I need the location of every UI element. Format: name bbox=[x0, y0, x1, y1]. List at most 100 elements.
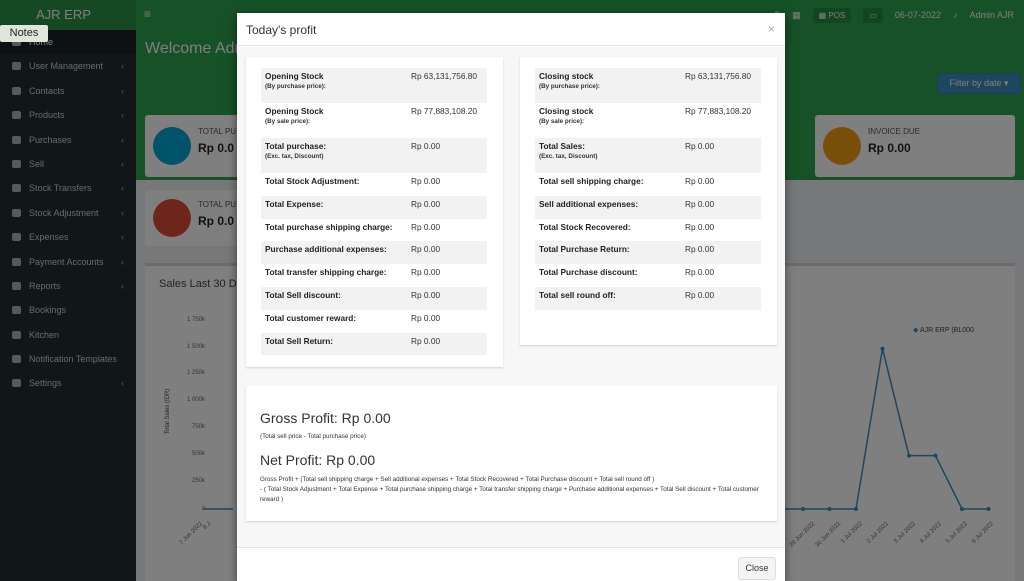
summary-row-label-text: Total Sell Return: bbox=[265, 335, 334, 346]
summary-row-label: Total Sell discount: bbox=[265, 290, 411, 301]
summary-row-label: Opening Stock (By purchase price): bbox=[265, 71, 411, 92]
summary-row-label: Purchase additional expenses: bbox=[265, 244, 411, 255]
summary-row: Total transfer shipping charge: Rp 0.00 bbox=[261, 264, 487, 287]
gross-profit-formula: (Total sell price - Total purchase price… bbox=[260, 433, 366, 440]
summary-row: Total Expense: Rp 0.00 bbox=[261, 195, 487, 219]
close-icon[interactable]: × bbox=[768, 22, 775, 36]
summary-row-value: Rp 63,131,756.80 bbox=[685, 71, 751, 81]
summary-row-value: Rp 0.00 bbox=[411, 141, 441, 151]
summary-row: Opening Stock (By purchase price): Rp 63,1… bbox=[261, 68, 487, 103]
summary-row-label-text: Closing stock bbox=[539, 106, 594, 116]
summary-row: Purchase additional expenses: Rp 0.00 bbox=[261, 241, 487, 265]
modal-footer: Close bbox=[237, 547, 785, 581]
notes-button[interactable]: Notes bbox=[0, 25, 48, 42]
right-summary-panel: Closing stock (By purchase price): Rp 63,1… bbox=[520, 57, 777, 345]
summary-row-value: Rp 0.00 bbox=[411, 176, 441, 186]
summary-row-label-text: Total purchase: bbox=[265, 141, 327, 151]
summary-row: Total purchase shipping charge: Rp 0.00 bbox=[261, 219, 487, 242]
summary-row-label-text: Total purchase shipping charge: bbox=[265, 221, 393, 232]
summary-row-value: Rp 0.00 bbox=[411, 244, 441, 255]
summary-row-value: Rp 0.00 bbox=[685, 141, 715, 151]
summary-row: Total Stock Recovered: Rp 0.00 bbox=[535, 219, 761, 242]
summary-row-label-text: Total Sales: bbox=[539, 141, 585, 151]
summary-row: Total purchase: (Exc. tax, Discount) Rp 0.… bbox=[261, 138, 487, 173]
summary-row-sublabel: (By purchase price): bbox=[539, 83, 600, 90]
summary-row-label: Total customer reward: bbox=[265, 313, 411, 324]
summary-row-value: Rp 0.00 bbox=[411, 267, 441, 278]
summary-row: Sell additional expenses: Rp 0.00 bbox=[535, 195, 761, 219]
summary-row-label-text: Total Stock Recovered: bbox=[539, 221, 631, 232]
summary-row-label: Total transfer shipping charge: bbox=[265, 267, 411, 278]
summary-row-label: Closing stock (By purchase price): bbox=[539, 71, 685, 92]
summary-row-value: Rp 0.00 bbox=[685, 289, 715, 300]
summary-row-value: Rp 77,883,108.20 bbox=[411, 106, 477, 116]
net-formula-line-1: Gross Profit + (Total sell shipping char… bbox=[260, 476, 655, 483]
profit-panel: Gross Profit: Rp 0.00 (Total sell price … bbox=[246, 386, 777, 521]
summary-row-value: Rp 0.00 bbox=[685, 244, 715, 255]
summary-row-value: Rp 63,131,756.80 bbox=[411, 71, 477, 81]
summary-row-label: Total Purchase discount: bbox=[539, 267, 685, 278]
summary-row-label-text: Opening Stock bbox=[265, 71, 324, 81]
summary-row-label-text: Total sell shipping charge: bbox=[539, 176, 644, 186]
summary-row-label-text: Total sell round off: bbox=[539, 289, 616, 300]
summary-row-sublabel: (By sale price): bbox=[539, 118, 585, 125]
net-formula-line-2: - ( Total Stock Adjustment + Total Expen… bbox=[260, 486, 759, 503]
summary-row: Total Sell Return: Rp 0.00 bbox=[261, 332, 487, 356]
net-profit-heading: Net Profit: Rp 0.00 bbox=[260, 452, 376, 468]
summary-row-value: Rp 0.00 bbox=[685, 198, 715, 209]
summary-row-label: Total sell round off: bbox=[539, 290, 685, 301]
summary-row: Total Sales: (Exc. tax, Discount) Rp 0.00 bbox=[535, 138, 761, 173]
summary-row: Total Purchase Return: Rp 0.00 bbox=[535, 241, 761, 265]
summary-row-label-text: Total Expense: bbox=[265, 198, 324, 209]
summary-row-value: Rp 0.00 bbox=[411, 312, 441, 323]
summary-row-value: Rp 77,883,108.20 bbox=[685, 106, 751, 116]
summary-row: Total customer reward: Rp 0.00 bbox=[261, 310, 487, 333]
close-button[interactable]: Close bbox=[738, 557, 776, 580]
summary-row-value: Rp 0.00 bbox=[685, 267, 715, 278]
summary-row-label: Total sell shipping charge: bbox=[539, 176, 685, 187]
summary-row-label: Total purchase: (Exc. tax, Discount) bbox=[265, 141, 411, 162]
summary-row-sublabel: (Exc. tax, Discount) bbox=[539, 153, 598, 160]
summary-row-label-text: Purchase additional expenses: bbox=[265, 244, 387, 255]
summary-row-label-text: Total Purchase Return: bbox=[539, 244, 630, 255]
left-summary-panel: Opening Stock (By purchase price): Rp 63,1… bbox=[246, 57, 503, 367]
summary-row: Total sell shipping charge: Rp 0.00 bbox=[535, 173, 761, 196]
summary-row: Total Stock Adjustment: Rp 0.00 bbox=[261, 173, 487, 196]
summary-row-label-text: Total transfer shipping charge: bbox=[265, 267, 387, 278]
summary-row: Closing stock (By purchase price): Rp 63,1… bbox=[535, 68, 761, 103]
summary-row: Total Purchase discount: Rp 0.00 bbox=[535, 264, 761, 287]
right-summary-table: Closing stock (By purchase price): Rp 63,1… bbox=[535, 68, 761, 310]
summary-row: Total Sell discount: Rp 0.00 bbox=[261, 286, 487, 310]
summary-row-sublabel: (By purchase price): bbox=[265, 83, 326, 90]
summary-row-label: Opening Stock (By sale price): bbox=[265, 106, 411, 127]
left-summary-table: Opening Stock (By purchase price): Rp 63,1… bbox=[261, 68, 487, 356]
modal-body: Opening Stock (By purchase price): Rp 63,1… bbox=[237, 47, 785, 547]
summary-row-label: Total purchase shipping charge: bbox=[265, 222, 411, 233]
summary-row-label-text: Total Stock Adjustment: bbox=[265, 176, 360, 186]
summary-row: Closing stock (By sale price): Rp 77,883,1… bbox=[535, 103, 761, 138]
summary-row-label: Total Purchase Return: bbox=[539, 244, 685, 255]
summary-row-label-text: Total Sell discount: bbox=[265, 289, 341, 300]
summary-row-label-text: Sell additional expenses: bbox=[539, 198, 639, 209]
modal-header: Today's profit × bbox=[237, 13, 785, 46]
summary-row: Total sell round off: Rp 0.00 bbox=[535, 286, 761, 310]
summary-row-value: Rp 0.00 bbox=[411, 335, 441, 346]
summary-row-value: Rp 0.00 bbox=[411, 289, 441, 300]
summary-row-value: Rp 0.00 bbox=[411, 198, 441, 209]
summary-row: Opening Stock (By sale price): Rp 77,883,1… bbox=[261, 103, 487, 138]
summary-row-label: Total Expense: bbox=[265, 199, 411, 210]
summary-row-value: Rp 0.00 bbox=[411, 221, 441, 232]
summary-row-label-text: Total customer reward: bbox=[265, 312, 357, 323]
modal-title: Today's profit bbox=[246, 23, 317, 37]
summary-row-sublabel: (Exc. tax, Discount) bbox=[265, 153, 324, 160]
summary-row-label: Total Sell Return: bbox=[265, 336, 411, 347]
summary-row-value: Rp 0.00 bbox=[685, 221, 715, 232]
summary-row-label: Total Stock Recovered: bbox=[539, 222, 685, 233]
summary-row-label-text: Opening Stock bbox=[265, 106, 324, 116]
summary-row-label-text: Closing stock bbox=[539, 71, 594, 81]
net-profit-formula: Gross Profit + (Total sell shipping char… bbox=[260, 475, 762, 505]
summary-row-label: Closing stock (By sale price): bbox=[539, 106, 685, 127]
summary-row-value: Rp 0.00 bbox=[685, 176, 715, 186]
summary-row-label: Total Stock Adjustment: bbox=[265, 176, 411, 187]
summary-row-label: Sell additional expenses: bbox=[539, 199, 685, 210]
